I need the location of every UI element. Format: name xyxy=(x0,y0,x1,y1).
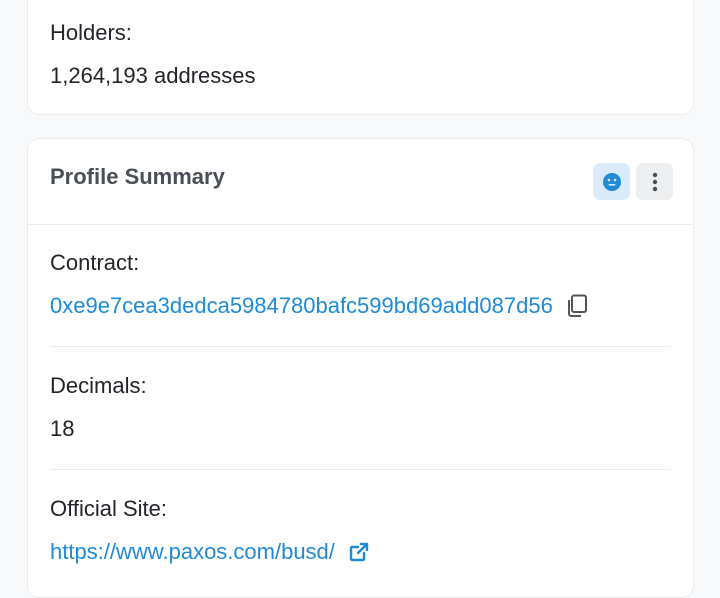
external-link-icon[interactable] xyxy=(349,542,369,562)
holders-value: 1,264,193 addresses xyxy=(50,63,256,88)
decimals-label: Decimals: xyxy=(50,373,147,398)
official-site-label: Official Site: xyxy=(50,496,167,521)
more-options-button[interactable] xyxy=(636,163,673,200)
divider xyxy=(50,469,671,470)
official-site-link[interactable]: https://www.paxos.com/busd/ xyxy=(50,539,335,565)
card-header: Profile Summary xyxy=(28,139,693,225)
smiley-icon xyxy=(602,172,621,191)
contract-row: Contract: 0xe9e7cea3dedca5984780bafc599b… xyxy=(50,250,671,319)
more-vertical-icon xyxy=(652,172,657,191)
divider xyxy=(50,346,671,347)
card-title: Profile Summary xyxy=(50,164,225,189)
official-site-row: Official Site: https://www.paxos.com/bus… xyxy=(50,496,671,565)
decimals-row: Decimals: 18 xyxy=(50,373,671,442)
profile-summary-card: Profile Summary Contract: 0xe9e7cea3dedc… xyxy=(27,138,694,598)
copy-icon[interactable] xyxy=(567,294,589,318)
holders-label: Holders: xyxy=(50,20,132,45)
contract-address-link[interactable]: 0xe9e7cea3dedca5984780bafc599bd69add087d… xyxy=(50,293,553,319)
reputation-button[interactable] xyxy=(593,163,630,200)
holders-card: Holders: 1,264,193 addresses xyxy=(27,0,694,115)
contract-label: Contract: xyxy=(50,250,140,275)
decimals-value: 18 xyxy=(50,416,75,441)
